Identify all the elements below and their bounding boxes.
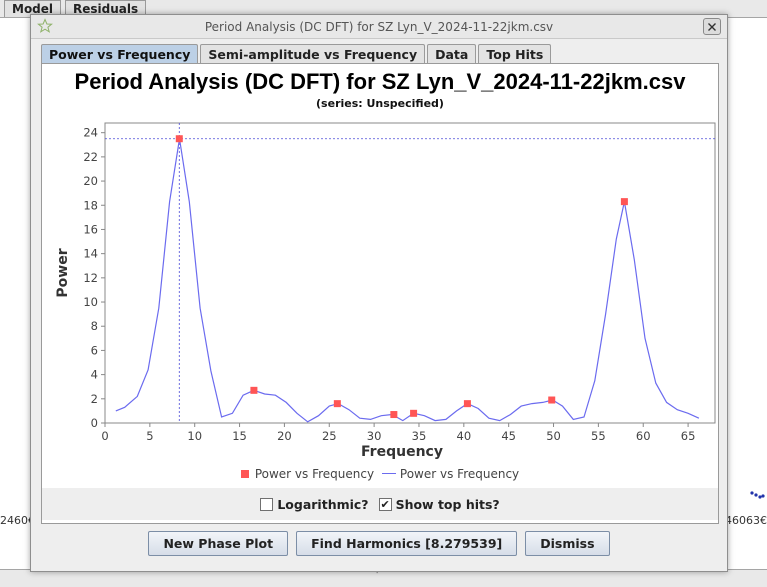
logarithmic-option[interactable]: Logarithmic?: [260, 496, 369, 512]
top-hit-marker[interactable]: [463, 400, 471, 408]
legend-marker-square: [240, 470, 249, 478]
chart-legend: Power vs Frequency Power vs Frequency: [42, 467, 718, 481]
dismiss-button[interactable]: Dismiss: [525, 531, 610, 556]
legend-entry-line: Power vs Frequency: [399, 467, 520, 481]
background-data-points: [750, 491, 765, 499]
logarithmic-checkbox[interactable]: [260, 497, 274, 511]
y-axis-ticks: 024681012141618202224: [83, 126, 105, 430]
show-top-hits-label: Show top hits?: [395, 496, 500, 512]
top-hit-marker[interactable]: [175, 135, 183, 143]
window-title: Period Analysis (DC DFT) for SZ Lyn_V_20…: [204, 20, 554, 34]
x-tick-label: 20: [277, 429, 292, 443]
x-tick-label: 50: [546, 429, 561, 443]
x-tick-label: 30: [367, 429, 382, 443]
dialog-buttons: New Phase Plot Find Harmonics [8.279539]…: [31, 531, 727, 556]
y-tick-label: 16: [83, 222, 98, 236]
new-phase-plot-button[interactable]: New Phase Plot: [148, 531, 289, 556]
x-tick-label: 25: [322, 429, 337, 443]
tab-data[interactable]: Data: [427, 44, 477, 64]
top-hit-marker[interactable]: [333, 400, 341, 408]
power-vs-frequency-chart[interactable]: 024681012141618202224 0 5 10 15 20 25 30 35 40 45…: [42, 64, 718, 464]
close-icon: [708, 22, 716, 31]
tabbar: Power vs Frequency Semi-amplitude vs Fre…: [41, 44, 553, 64]
x-axis-label: Frequency: [361, 444, 443, 460]
close-button[interactable]: [703, 18, 721, 35]
x-tick-label: 55: [591, 429, 606, 443]
title-bar[interactable]: Period Analysis (DC DFT) for SZ Lyn_V_20…: [31, 15, 727, 39]
y-tick-label: 4: [91, 368, 98, 382]
period-analysis-dialog: Period Analysis (DC DFT) for SZ Lyn_V_20…: [30, 14, 728, 572]
top-hit-marker[interactable]: [250, 386, 258, 394]
y-tick-label: 20: [83, 174, 98, 188]
legend-entry-markers: Power vs Frequency: [254, 467, 375, 481]
find-harmonics-button[interactable]: Find Harmonics [8.279539]: [296, 531, 518, 556]
y-tick-label: 10: [83, 295, 98, 309]
logarithmic-label: Logarithmic?: [277, 496, 369, 512]
tab-semi-amplitude-vs-frequency[interactable]: Semi-amplitude vs Frequency: [200, 44, 426, 64]
top-hit-marker[interactable]: [548, 396, 556, 404]
tab-top-hits[interactable]: Top Hits: [478, 44, 552, 64]
y-axis-label: Power: [55, 248, 71, 297]
y-tick-label: 24: [83, 126, 98, 140]
x-tick-label: 5: [146, 429, 153, 443]
top-hit-marker[interactable]: [390, 411, 398, 419]
show-top-hits-option[interactable]: ✔ Show top hits?: [378, 496, 500, 512]
x-tick-label: 10: [187, 429, 202, 443]
x-tick-label: 40: [457, 429, 472, 443]
x-tick-label: 0: [101, 429, 108, 443]
y-tick-label: 0: [91, 416, 98, 430]
tab-power-vs-frequency[interactable]: Power vs Frequency: [41, 44, 199, 64]
background-x-tick-right: 46063€: [725, 514, 767, 527]
y-tick-label: 6: [91, 343, 98, 357]
x-tick-label: 60: [636, 429, 651, 443]
x-tick-label: 65: [681, 429, 696, 443]
y-tick-label: 18: [83, 198, 98, 212]
y-tick-label: 2: [91, 392, 98, 406]
y-tick-label: 12: [83, 271, 98, 285]
show-top-hits-checkbox[interactable]: ✔: [378, 497, 392, 511]
top-hit-marker[interactable]: [410, 409, 418, 417]
x-tick-label: 35: [412, 429, 427, 443]
y-tick-label: 14: [83, 247, 98, 261]
x-axis-ticks: 0 5 10 15 20 25 30 35 40 45 50 55 60 65: [101, 423, 695, 443]
chart-panel: Period Analysis (DC DFT) for SZ Lyn_V_20…: [41, 63, 719, 524]
x-tick-label: 45: [501, 429, 516, 443]
top-hit-marker[interactable]: [620, 198, 628, 206]
y-tick-label: 8: [91, 319, 98, 333]
chart-options: Logarithmic? ✔ Show top hits?: [42, 488, 718, 520]
legend-marker-line: [381, 473, 396, 474]
x-tick-label: 15: [232, 429, 247, 443]
y-tick-label: 22: [83, 150, 98, 164]
